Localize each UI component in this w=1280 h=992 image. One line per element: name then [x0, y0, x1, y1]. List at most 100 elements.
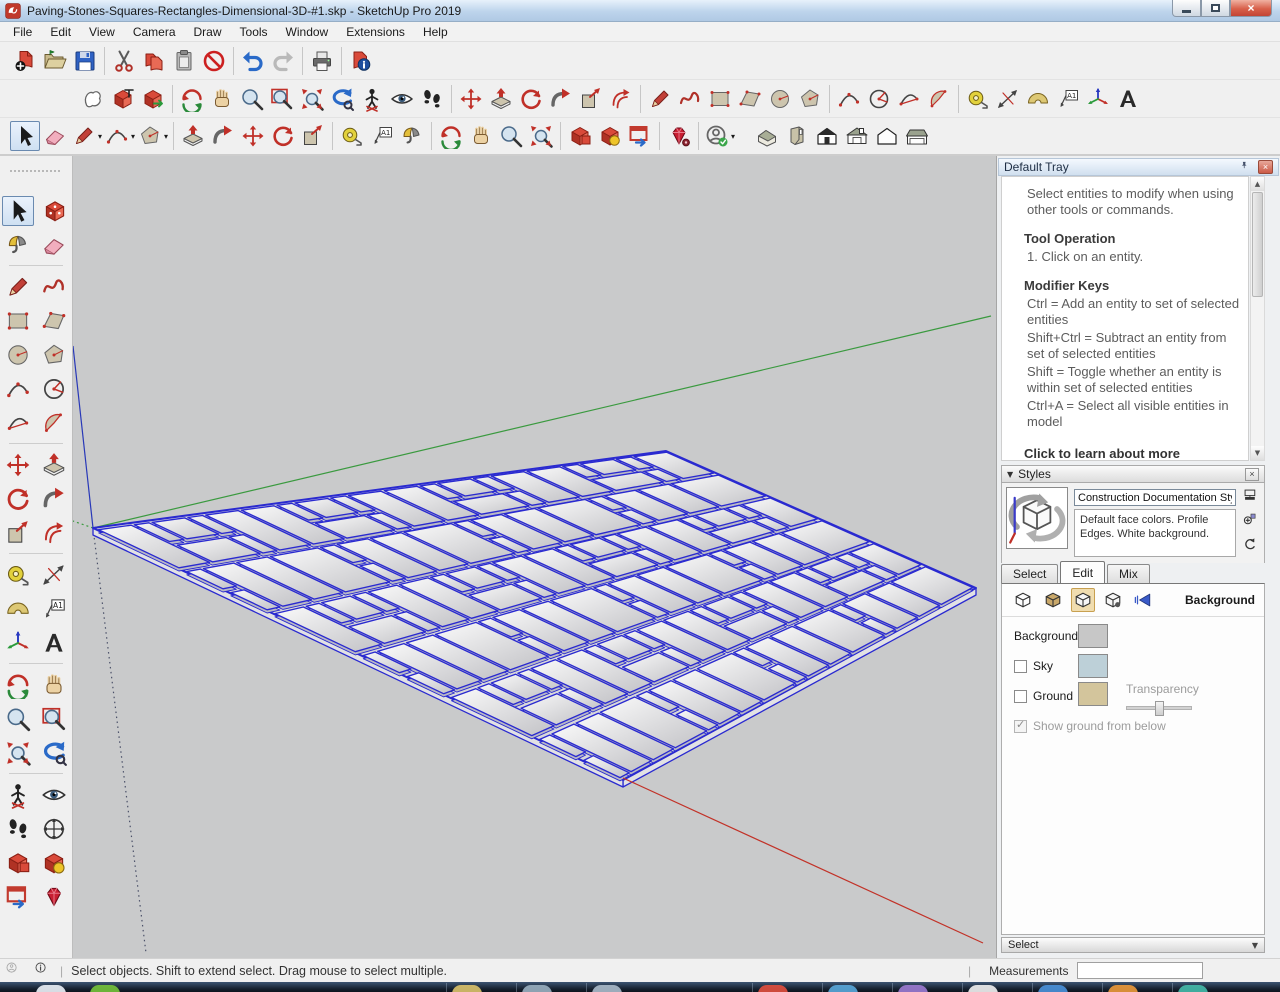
- minimize-button[interactable]: [1172, 0, 1201, 17]
- house-front-button[interactable]: [812, 121, 842, 151]
- previous-button[interactable]: [327, 84, 357, 114]
- arc2-button[interactable]: [834, 84, 864, 114]
- comp1-button[interactable]: [108, 84, 138, 114]
- print-button[interactable]: [307, 46, 337, 76]
- previous-button[interactable]: [39, 738, 69, 768]
- dimension-button[interactable]: [39, 560, 69, 590]
- taskbar-item[interactable]: [968, 985, 998, 992]
- zoomext-button[interactable]: [526, 121, 556, 151]
- ground-checkbox[interactable]: [1014, 689, 1027, 703]
- zoomwin-button[interactable]: [267, 84, 297, 114]
- poscam-button[interactable]: [357, 84, 387, 114]
- orbit-button[interactable]: [436, 121, 466, 151]
- walk-button[interactable]: [3, 814, 33, 844]
- polygon-button[interactable]: [795, 84, 825, 114]
- menu-window[interactable]: Window: [277, 23, 338, 41]
- zoom-button[interactable]: [237, 84, 267, 114]
- ext1-button[interactable]: [3, 848, 33, 878]
- pan-button[interactable]: [207, 84, 237, 114]
- scale-button[interactable]: [576, 84, 606, 114]
- arc3-button[interactable]: [3, 408, 33, 438]
- zoomwin-button[interactable]: [39, 704, 69, 734]
- pushpull-button[interactable]: [178, 121, 208, 151]
- sector-button[interactable]: [39, 408, 69, 438]
- text3d-button[interactable]: [1113, 84, 1143, 114]
- freehand-button[interactable]: [675, 84, 705, 114]
- taskbar-item[interactable]: [1178, 985, 1208, 992]
- polygon-button[interactable]: [39, 340, 69, 370]
- taskbar-item[interactable]: [758, 985, 788, 992]
- sector-button[interactable]: [924, 84, 954, 114]
- select-button[interactable]: [10, 121, 40, 151]
- close-button[interactable]: ×: [1230, 0, 1272, 17]
- followme-button[interactable]: [208, 121, 238, 151]
- styles-panel-header[interactable]: ▼ Styles ×: [1001, 465, 1265, 483]
- signin-button[interactable]: ▾: [703, 121, 736, 151]
- menu-edit[interactable]: Edit: [41, 23, 80, 41]
- select-panel-collapsed[interactable]: Select ▼: [1001, 937, 1265, 953]
- pan-button[interactable]: [466, 121, 496, 151]
- show-ground-checkbox[interactable]: ✓: [1014, 718, 1027, 733]
- comp2-button[interactable]: [138, 84, 168, 114]
- arc2-button[interactable]: ▾: [103, 121, 136, 151]
- eraser-button[interactable]: [40, 121, 70, 151]
- tape-button[interactable]: [337, 121, 367, 151]
- styles-tab-select[interactable]: Select: [1001, 564, 1059, 583]
- redo-button[interactable]: [268, 46, 298, 76]
- house-iso-button[interactable]: [752, 121, 782, 151]
- pan-button[interactable]: [39, 670, 69, 700]
- sky-checkbox[interactable]: [1014, 659, 1027, 673]
- menu-tools[interactable]: Tools: [231, 23, 277, 41]
- watermark-settings-icon[interactable]: [1101, 588, 1125, 612]
- makecomp-button[interactable]: [40, 196, 70, 226]
- lookaround-button[interactable]: [39, 780, 69, 810]
- instructor-learn-more-link[interactable]: Click to learn about more advanced opera…: [1024, 445, 1242, 460]
- pie-button[interactable]: [864, 84, 894, 114]
- taskbar-item[interactable]: [592, 985, 622, 992]
- axes-button[interactable]: [3, 628, 33, 658]
- compass-button[interactable]: [39, 814, 69, 844]
- axes-button[interactable]: [1083, 84, 1113, 114]
- rotate-button[interactable]: [268, 121, 298, 151]
- text-button[interactable]: A1: [367, 121, 397, 151]
- measurements-input[interactable]: [1076, 962, 1203, 979]
- ext2-button[interactable]: [595, 121, 625, 151]
- pushpull-button[interactable]: [486, 84, 516, 114]
- pie-button[interactable]: [39, 374, 69, 404]
- select-button[interactable]: [2, 196, 34, 226]
- zoom-button[interactable]: [496, 121, 526, 151]
- text-button[interactable]: A1: [39, 594, 69, 624]
- modeling-settings-icon[interactable]: [1131, 588, 1155, 612]
- taskbar-item[interactable]: [1038, 985, 1068, 992]
- scale-button[interactable]: [298, 121, 328, 151]
- style-name-input[interactable]: [1074, 489, 1236, 506]
- menu-file[interactable]: File: [4, 23, 41, 41]
- menu-draw[interactable]: Draw: [185, 23, 231, 41]
- house-box-button[interactable]: [782, 121, 812, 151]
- background-color-swatch[interactable]: [1078, 624, 1108, 648]
- ext2-button[interactable]: [39, 848, 69, 878]
- open-button[interactable]: [40, 46, 70, 76]
- lookaround-button[interactable]: [387, 84, 417, 114]
- circle-button[interactable]: [3, 340, 33, 370]
- offset-button[interactable]: [39, 518, 69, 548]
- rubygear-button[interactable]: [664, 121, 694, 151]
- viewport-3d[interactable]: [72, 156, 996, 958]
- transparency-slider[interactable]: [1126, 701, 1192, 716]
- styles-tab-mix[interactable]: Mix: [1107, 564, 1150, 583]
- zoom-button[interactable]: [3, 704, 33, 734]
- freehand-button[interactable]: [39, 272, 69, 302]
- instructor-scrollbar[interactable]: ▲ ▼: [1250, 176, 1265, 461]
- ground-color-swatch[interactable]: [1078, 682, 1108, 706]
- followme-button[interactable]: [546, 84, 576, 114]
- background-settings-icon[interactable]: [1071, 588, 1095, 612]
- house-side-button[interactable]: [902, 121, 932, 151]
- scroll-up-icon[interactable]: ▲: [1251, 177, 1264, 191]
- scale-button[interactable]: [3, 518, 33, 548]
- sky-color-swatch[interactable]: [1078, 654, 1108, 678]
- offset-button[interactable]: [606, 84, 636, 114]
- move-button[interactable]: [238, 121, 268, 151]
- taskbar-item[interactable]: [90, 985, 120, 992]
- delete-button[interactable]: [199, 46, 229, 76]
- newdoc-button[interactable]: [10, 46, 40, 76]
